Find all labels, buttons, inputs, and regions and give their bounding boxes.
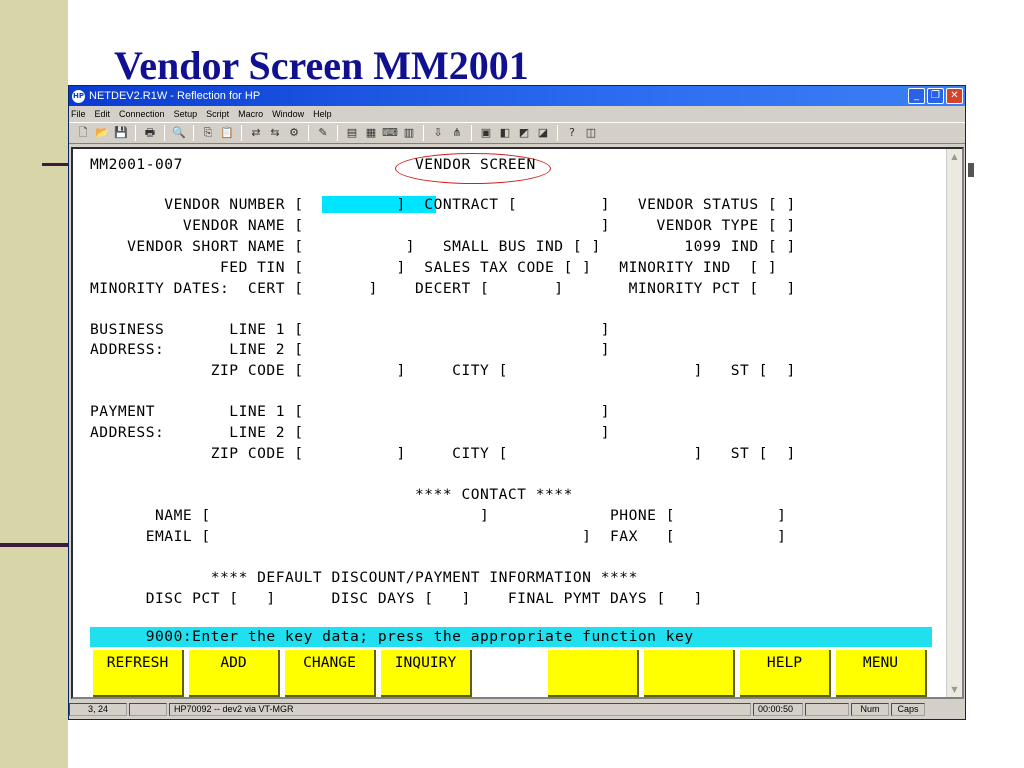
menu-script[interactable]: Script (206, 109, 229, 119)
color-icon[interactable]: ▥ (401, 125, 417, 141)
hp-app-icon: HP (72, 89, 85, 103)
record-icon[interactable]: ◩ (516, 125, 532, 141)
terminal-line[interactable]: PAYMENT LINE 1 [ ] (90, 402, 610, 422)
edit-icon[interactable]: ✎ (315, 125, 331, 141)
terminal-screen[interactable]: MM2001-007 VENDOR SCREEN VENDOR NUMBER [… (90, 153, 932, 697)
toolbar: 🗋 📂 💾 🖶 🔍 ⎘ 📋 ⇄ ⇆ ⚙ ✎ ▤ ▦ ⌨ ▥ ⇩ ⋔ ▣ ◧ ◩ … (69, 122, 965, 144)
terminal-line: MM2001-007 VENDOR SCREEN (90, 156, 536, 173)
terminal-line[interactable]: FED TIN [ ] SALES TAX CODE [ ] MINORITY … (90, 258, 777, 278)
vertical-scrollbar[interactable]: ▲ ▼ (946, 149, 962, 697)
open-icon[interactable]: 📂 (94, 125, 110, 141)
terminal-line[interactable]: MINORITY DATES: CERT [ ] DECERT [ ] MINO… (90, 279, 796, 299)
slide-divider (0, 543, 68, 547)
refresh-button[interactable]: REFRESH (93, 650, 184, 697)
stop-icon[interactable]: ◪ (535, 125, 551, 141)
menu-setup[interactable]: Setup (174, 109, 198, 119)
menu-file[interactable]: File (71, 109, 86, 119)
terminal-line[interactable]: EMAIL [ ] FAX [ ] (90, 527, 786, 547)
cursor-position: 3, 24 (69, 702, 127, 716)
context-help-icon[interactable]: ? (564, 125, 580, 141)
change-button[interactable]: CHANGE (285, 650, 376, 697)
num-lock-indicator: Num (851, 702, 889, 716)
session-timer: 00:00:50 (753, 702, 803, 716)
restore-icon[interactable]: ❐ (927, 88, 944, 104)
window-title: NETDEV2.R1W - Reflection for HP (89, 90, 261, 102)
reflection-window: HP NETDEV2.R1W - Reflection for HP _ ❐ ✕… (68, 85, 966, 720)
slide-divider (968, 163, 974, 177)
menu-bar: File Edit Connection Setup Script Macro … (69, 106, 965, 122)
empty-key-slot (477, 650, 543, 697)
save-icon[interactable]: 💾 (113, 125, 129, 141)
menu-edit[interactable]: Edit (95, 109, 111, 119)
print-icon[interactable]: 🖶 (142, 125, 158, 141)
terminal-line[interactable]: ADDRESS: LINE 2 [ ] (90, 340, 610, 360)
status-cell-blank (129, 702, 167, 716)
find-icon[interactable]: 🔍 (171, 125, 187, 141)
add-button[interactable]: ADD (189, 650, 280, 697)
macro-icon[interactable]: ▣ (478, 125, 494, 141)
status-bar: 3, 24 HP70092 -- dev2 via VT-MGR 00:00:5… (69, 699, 965, 719)
script-icon[interactable]: ◧ (497, 125, 513, 141)
status-message: 9000:Enter the key data; press the appro… (90, 628, 694, 645)
terminal-icon[interactable]: ▦ (363, 125, 379, 141)
terminal-area[interactable]: MM2001-007 VENDOR SCREEN VENDOR NUMBER [… (71, 147, 964, 699)
terminal-line: **** DEFAULT DISCOUNT/PAYMENT INFORMATIO… (90, 569, 638, 586)
message-bar: 9000:Enter the key data; press the appro… (90, 627, 932, 647)
function-key-6[interactable] (548, 650, 639, 697)
title-bar[interactable]: HP NETDEV2.R1W - Reflection for HP _ ❐ ✕ (69, 86, 965, 106)
new-icon[interactable]: 🗋 (75, 125, 91, 141)
slide-title: Vendor Screen MM2001 (114, 43, 529, 88)
keyboard-icon[interactable]: ⌨ (382, 125, 398, 141)
copy-icon[interactable]: ⎘ (200, 125, 216, 141)
terminal-line[interactable]: BUSINESS LINE 1 [ ] (90, 320, 610, 340)
terminal-line[interactable]: VENDOR NAME [ ] VENDOR TYPE [ ] (90, 216, 796, 236)
slide-side-band (0, 0, 68, 768)
paste-icon[interactable]: 📋 (219, 125, 235, 141)
terminal-line[interactable]: ZIP CODE [ ] CITY [ ] ST [ ] (90, 444, 796, 464)
scroll-up-icon[interactable]: ▲ (947, 149, 962, 164)
disconnect-icon[interactable]: ⇆ (267, 125, 283, 141)
terminal-line: **** CONTACT **** (90, 486, 573, 503)
slide-divider (42, 163, 68, 166)
terminal-line[interactable]: ADDRESS: LINE 2 [ ] (90, 423, 610, 443)
function-key-7[interactable] (644, 650, 735, 697)
network-icon[interactable]: ⋔ (449, 125, 465, 141)
status-cell-blank (805, 702, 849, 716)
scroll-down-icon[interactable]: ▼ (947, 682, 962, 697)
menu-button[interactable]: MENU (836, 650, 927, 697)
terminal-line[interactable]: VENDOR SHORT NAME [ ] SMALL BUS IND [ ] … (90, 237, 796, 257)
help-button[interactable]: HELP (740, 650, 831, 697)
menu-help[interactable]: Help (313, 109, 332, 119)
transfer-icon[interactable]: ⇩ (430, 125, 446, 141)
connect-icon[interactable]: ⇄ (248, 125, 264, 141)
terminal-line[interactable]: ZIP CODE [ ] CITY [ ] ST [ ] (90, 361, 796, 381)
connection-info: HP70092 -- dev2 via VT-MGR (169, 702, 751, 716)
menu-window[interactable]: Window (272, 109, 304, 119)
function-key-bar: REFRESH ADD CHANGE INQUIRY HELP MENU (93, 650, 927, 697)
about-icon[interactable]: ◫ (583, 125, 599, 141)
caps-lock-indicator: Caps (891, 702, 925, 716)
terminal-line[interactable]: NAME [ ] PHONE [ ] (90, 506, 786, 526)
inquiry-button[interactable]: INQUIRY (381, 650, 472, 697)
terminal-line[interactable]: DISC PCT [ ] DISC DAYS [ ] FINAL PYMT DA… (90, 589, 703, 609)
settings-icon[interactable]: ⚙ (286, 125, 302, 141)
display-icon[interactable]: ▤ (344, 125, 360, 141)
minimize-icon[interactable]: _ (908, 88, 925, 104)
terminal-line[interactable]: VENDOR NUMBER [ ] CONTRACT [ ] VENDOR ST… (90, 195, 796, 215)
menu-macro[interactable]: Macro (238, 109, 263, 119)
close-icon[interactable]: ✕ (946, 88, 963, 104)
menu-connection[interactable]: Connection (119, 109, 165, 119)
